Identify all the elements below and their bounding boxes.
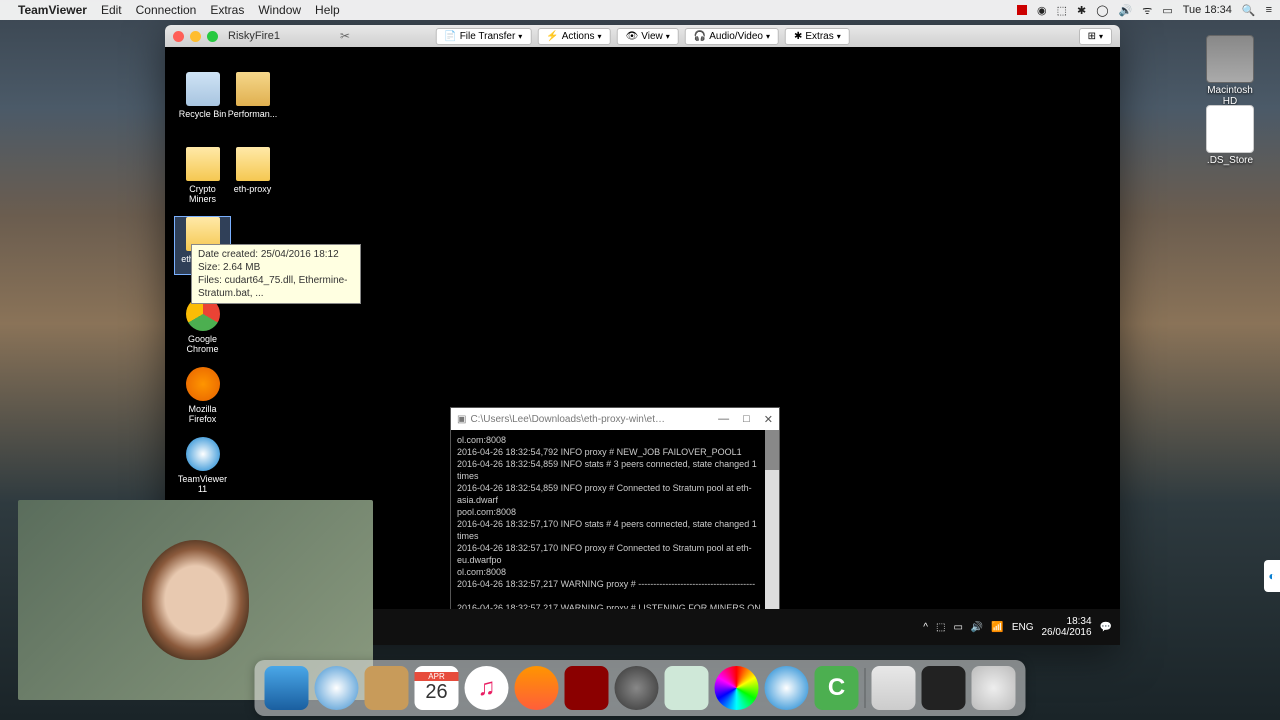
calendar-icon[interactable]: APR26 [415, 666, 459, 710]
tv-toolbar: 📄 File Transfer▾ ⚡ Actions▾ 👁 View▾ 🎧 Au… [435, 28, 850, 45]
windows-key-button[interactable]: ⊞ ▾ [1079, 28, 1112, 45]
photobooth-icon[interactable] [565, 666, 609, 710]
dropbox-icon[interactable]: ⬚ [1057, 4, 1067, 17]
cmd-scroll-thumb[interactable] [765, 430, 779, 470]
teamviewer-dock-icon[interactable] [765, 666, 809, 710]
actions-button[interactable]: ⚡ Actions▾ [537, 28, 610, 45]
minimize-icon[interactable] [190, 31, 201, 42]
eth-proxy-folder[interactable]: eth-proxy [225, 147, 280, 194]
performance-app[interactable]: Performan... [225, 72, 280, 119]
file-transfer-button[interactable]: 📄 File Transfer▾ [435, 28, 531, 45]
cmd-scrollbar[interactable] [765, 430, 779, 631]
menu-help[interactable]: Help [315, 3, 340, 17]
teamviewer-side-tab[interactable]: ◐ [1264, 560, 1280, 592]
hd-label: Macintosh HD [1207, 85, 1253, 107]
tray-date[interactable]: 26/04/2016 [1041, 627, 1091, 638]
teamviewer-icon [186, 437, 220, 471]
tray-network-icon[interactable]: ⬚ [936, 622, 945, 633]
wifi-icon[interactable]: ᯤ [1142, 3, 1152, 18]
mac-dock: APR26 ♫ C [255, 660, 1026, 716]
sync-icon[interactable]: ✱ [1077, 4, 1086, 17]
desktop-hd[interactable]: Macintosh HD [1200, 35, 1260, 107]
folder-tooltip: Date created: 25/04/2016 18:12 Size: 2.6… [191, 244, 361, 304]
tray-lang[interactable]: ENG [1012, 622, 1034, 633]
ibooks-icon[interactable] [515, 666, 559, 710]
tray-time[interactable]: 18:34 [1041, 616, 1091, 627]
camtasia-icon[interactable]: C [815, 666, 859, 710]
cmd-title-text: C:\Users\Lee\Downloads\eth-proxy-win\eth… [470, 414, 670, 425]
hd-icon [1206, 35, 1254, 83]
dock-terminal-icon[interactable] [922, 666, 966, 710]
file-label: .DS_Store [1207, 155, 1253, 166]
mozilla-firefox[interactable]: Mozilla Firefox [175, 367, 230, 424]
view-button[interactable]: 👁 View▾ [617, 28, 679, 45]
firefox-icon [186, 367, 220, 401]
itunes-icon[interactable]: ♫ [465, 666, 509, 710]
circle-icon[interactable]: ◯ [1096, 4, 1108, 17]
tv-titlebar: RiskyFire1 ✂ 📄 File Transfer▾ ⚡ Actions▾… [165, 25, 1120, 47]
recycle-bin[interactable]: Recycle Bin [175, 72, 230, 119]
cmd-maximize-icon[interactable]: □ [743, 413, 750, 426]
window-controls [173, 31, 218, 42]
teamviewer-11[interactable]: TeamViewer 11 [175, 437, 230, 494]
tv-extras-button[interactable]: ✱ Extras▾ [785, 28, 850, 45]
tray-notifications-icon[interactable]: 💬 [1100, 622, 1112, 633]
cmd-titlebar[interactable]: ▣ C:\Users\Lee\Downloads\eth-proxy-win\e… [451, 408, 779, 430]
menu-extras[interactable]: Extras [210, 3, 244, 17]
cmd-window[interactable]: ▣ C:\Users\Lee\Downloads\eth-proxy-win\e… [450, 407, 780, 632]
menu-window[interactable]: Window [258, 3, 301, 17]
audio-video-button[interactable]: 🎧 Audio/Video▾ [685, 28, 779, 45]
speaker-icon[interactable]: 🔊 [1119, 4, 1133, 17]
notes-icon[interactable] [665, 666, 709, 710]
bin-icon [186, 72, 220, 106]
folder-icon [236, 147, 270, 181]
menu-icon[interactable]: ≡ [1266, 4, 1272, 16]
tray-chevron-icon[interactable]: ^ [923, 622, 928, 633]
menu-edit[interactable]: Edit [101, 3, 122, 17]
tray-wifi-icon[interactable]: 📶 [991, 622, 1003, 633]
folder-icon [186, 147, 220, 181]
maximize-icon[interactable] [207, 31, 218, 42]
menu-connection[interactable]: Connection [136, 3, 197, 17]
menubar-app[interactable]: TeamViewer [18, 3, 87, 17]
perf-icon [236, 72, 270, 106]
cmd-minimize-icon[interactable]: — [718, 413, 729, 426]
desktop-dsstore[interactable]: .DS_Store [1200, 105, 1260, 166]
dock-window-icon[interactable] [872, 666, 916, 710]
file-icon [1206, 105, 1254, 153]
trash-icon[interactable] [972, 666, 1016, 710]
status-icon[interactable] [1017, 5, 1027, 15]
tv-title: RiskyFire1 [228, 30, 280, 42]
tray-video-icon[interactable]: ▭ [953, 622, 962, 633]
settings-icon[interactable] [615, 666, 659, 710]
finder-icon[interactable] [265, 666, 309, 710]
scissors-icon[interactable]: ✂ [340, 29, 350, 43]
close-icon[interactable] [173, 31, 184, 42]
clock[interactable]: Tue 18:34 [1183, 4, 1232, 16]
cmd-close-icon[interactable]: ✕ [764, 413, 773, 426]
google-chrome[interactable]: Google Chrome [175, 297, 230, 354]
photos-icon[interactable] [715, 666, 759, 710]
cmd-icon: ▣ [457, 414, 466, 425]
safari-icon[interactable] [315, 666, 359, 710]
shield-icon[interactable]: ◉ [1037, 4, 1047, 17]
crypto-miners-folder[interactable]: Crypto Miners [175, 147, 230, 204]
tray-speaker-icon[interactable]: 🔊 [971, 622, 983, 633]
dock-divider [865, 668, 866, 708]
contacts-icon[interactable] [365, 666, 409, 710]
battery-icon[interactable]: ▭ [1162, 4, 1172, 17]
spotlight-icon[interactable]: 🔍 [1242, 4, 1256, 17]
mac-menubar: TeamViewer Edit Connection Extras Window… [0, 0, 1280, 20]
